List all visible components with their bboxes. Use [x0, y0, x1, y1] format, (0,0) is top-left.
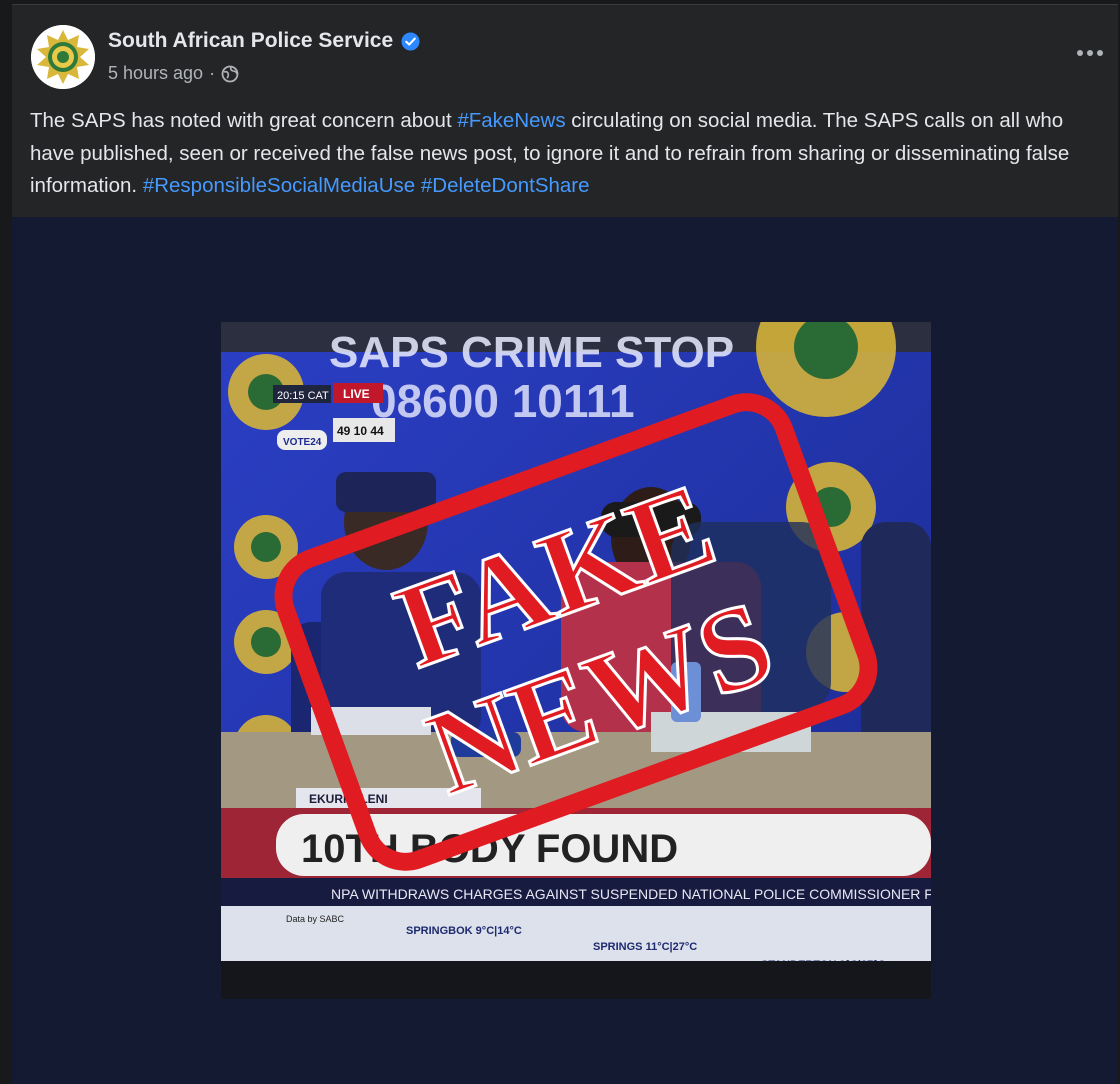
meta-separator: ·: [209, 63, 216, 83]
time-tag: 20:15 CAT: [277, 390, 329, 402]
page-avatar[interactable]: [31, 25, 95, 89]
live-tag: LIVE: [343, 387, 370, 401]
post-header: South African Police Service 5 hours ago…: [12, 5, 1118, 95]
fake-news-image: SAPS CRIME STOP 08600 10111 20:15 CAT LI…: [221, 322, 931, 999]
ticker-text: NPA WITHDRAWS CHARGES AGAINST SUSPENDED …: [331, 886, 931, 902]
data-by-text: Data by SABC: [286, 914, 345, 924]
more-options-icon[interactable]: [1076, 43, 1104, 57]
weather-item: SPRINGS 11°C|27°C: [593, 941, 697, 953]
post-meta: 5 hours ago ·: [108, 63, 239, 84]
hashtag-fakenews[interactable]: #FakeNews: [457, 109, 565, 132]
post-photo[interactable]: SAPS CRIME STOP 08600 10111 20:15 CAT LI…: [221, 322, 931, 999]
banner-top-text: SAPS CRIME STOP: [329, 328, 734, 377]
hashtag-responsible-social-media-use[interactable]: #ResponsibleSocialMediaUse: [143, 174, 415, 197]
vote-tag: VOTE24: [283, 437, 322, 448]
page-name-text[interactable]: South African Police Service: [108, 29, 393, 53]
post-timestamp[interactable]: 5 hours ago: [108, 63, 203, 84]
hotline-text: 08600 10111: [371, 375, 635, 427]
weather-item: SPRINGBOK 9°C|14°C: [406, 925, 522, 937]
globe-icon[interactable]: [221, 65, 239, 83]
saps-logo-icon: [31, 25, 95, 89]
post-text: The SAPS has noted with great concern ab…: [30, 105, 1110, 203]
post-text-part: The SAPS has noted with great concern ab…: [30, 109, 458, 132]
page-name[interactable]: South African Police Service: [108, 29, 420, 53]
facebook-post: South African Police Service 5 hours ago…: [12, 4, 1118, 1084]
post-media[interactable]: SAPS CRIME STOP 08600 10111 20:15 CAT LI…: [12, 217, 1118, 1084]
counter-tag: 49 10 44: [337, 424, 384, 438]
hashtag-delete-dont-share[interactable]: #DeleteDontShare: [421, 174, 590, 197]
verified-badge-icon: [401, 31, 420, 51]
